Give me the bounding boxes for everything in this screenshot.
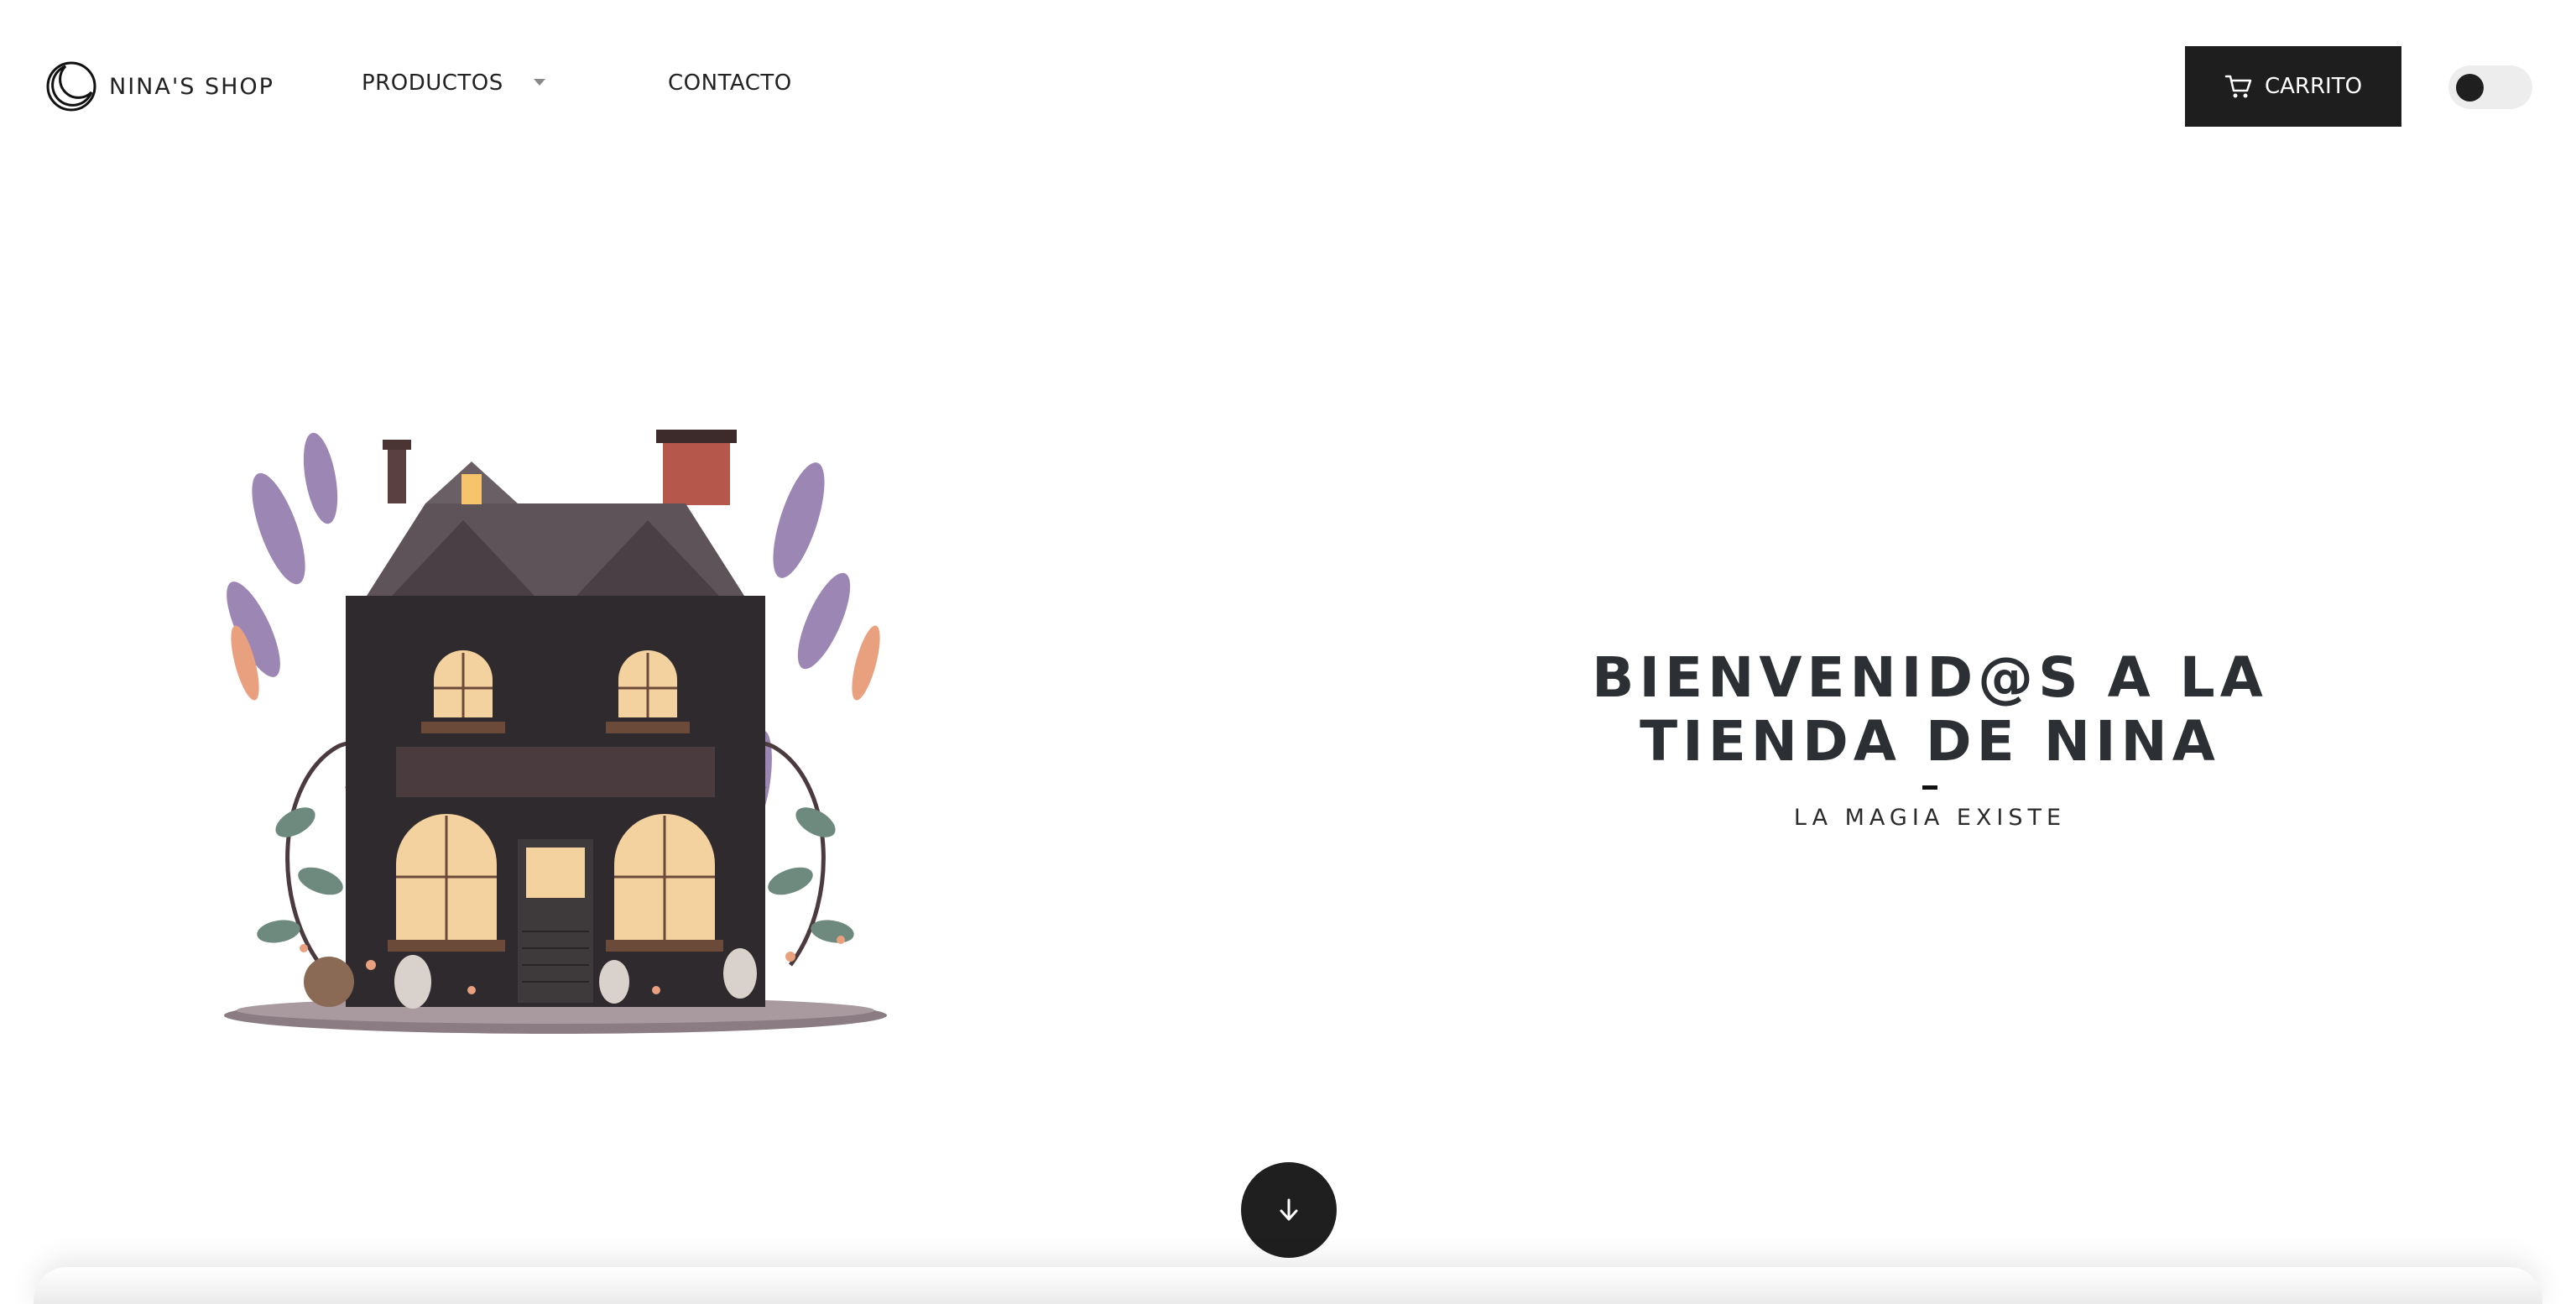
logo-text: NINA'S SHOP — [109, 73, 274, 100]
hero-subtitle: LA MAGIA EXISTE — [1793, 805, 2067, 831]
nav-contacto[interactable]: CONTACTO — [668, 70, 792, 96]
theme-toggle[interactable] — [2448, 65, 2532, 109]
next-section-edge — [34, 1267, 2542, 1304]
hero-text: BIENVENID@S A LA TIENDA DE NINA LA MAGIA… — [1426, 646, 2433, 832]
hero-title-line-1: BIENVENID@S A LA — [1592, 645, 2268, 710]
cart-button[interactable]: CARRITO — [2185, 46, 2401, 127]
caret-down-icon[interactable] — [532, 77, 547, 87]
logo-link[interactable]: NINA'S SHOP — [45, 59, 274, 114]
toggle-knob — [2456, 74, 2484, 102]
hero-divider — [1922, 785, 1937, 790]
scroll-down-button[interactable] — [1241, 1162, 1337, 1258]
shopping-cart-icon — [2224, 75, 2252, 98]
cart-label: CARRITO — [2264, 74, 2363, 99]
hero-title: BIENVENID@S A LA TIENDA DE NINA — [1426, 646, 2433, 774]
page: NINA'S SHOP PRODUCTOS CONTACTO CARRITO B… — [0, 0, 2576, 1304]
nav-productos[interactable]: PRODUCTOS — [362, 70, 503, 96]
site-header: NINA'S SHOP PRODUCTOS CONTACTO CARRITO — [0, 0, 2576, 171]
hero-title-line-2: TIENDA DE NINA — [1640, 709, 2220, 774]
witch-cottage-shop-illustration — [224, 430, 887, 1034]
moon-logo-icon — [46, 61, 96, 112]
arrow-down-icon — [1280, 1198, 1298, 1221]
